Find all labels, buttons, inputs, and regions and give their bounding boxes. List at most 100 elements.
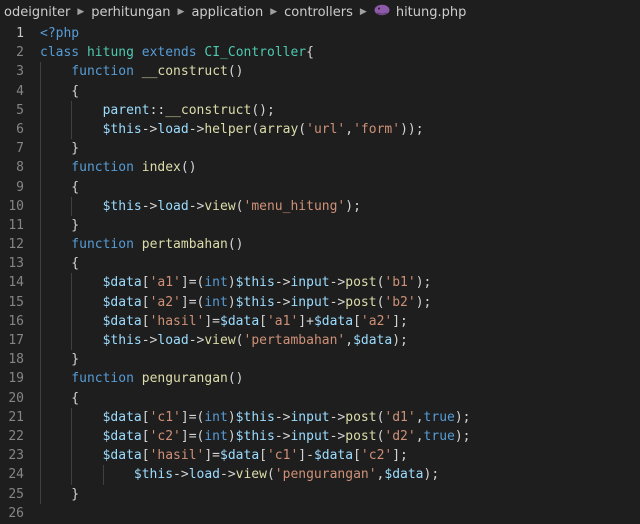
code-token: [ <box>141 275 150 291</box>
code-line[interactable]: 1 <?php <box>0 24 640 43</box>
code-token: int <box>204 275 228 291</box>
indent-guide <box>40 81 41 101</box>
breadcrumb-item-perhitungan[interactable]: perhitungan <box>91 5 170 20</box>
code-token: -> <box>188 198 205 214</box>
code-token: 'hasil' <box>149 448 205 464</box>
breadcrumb: odeigniter ▶ perhitungan ▶ application ▶… <box>0 0 640 24</box>
code-token: 'b1' <box>384 275 416 291</box>
code-line[interactable]: 6 $this->load->helper(array('url','form')… <box>0 119 640 140</box>
line-number: 10 <box>8 198 24 214</box>
indent-guide <box>71 331 73 351</box>
code-line[interactable]: 20 { <box>0 388 640 408</box>
code-token: , <box>415 409 424 425</box>
line-number: 23 <box>8 448 24 464</box>
code-token: function <box>71 371 142 387</box>
indent-guide <box>40 388 41 408</box>
code-token: () <box>180 160 197 176</box>
code-token: -> <box>141 198 158 214</box>
code-token: function <box>71 237 142 253</box>
code-token: $this <box>102 333 142 348</box>
code-token: ]=( <box>180 275 205 291</box>
breadcrumb-item-controllers[interactable]: controllers <box>284 5 353 20</box>
code-token: ( <box>235 333 244 348</box>
code-token: -> <box>329 275 346 291</box>
code-line[interactable]: 5 parent::__construct(); <box>0 100 640 120</box>
code-token: pengurangan <box>141 371 228 387</box>
code-token: view <box>235 467 267 483</box>
indent-guide <box>102 465 104 485</box>
code-token: hitung <box>86 45 142 61</box>
code-token: 'c1' <box>149 409 181 425</box>
code-line[interactable]: 18} <box>0 350 640 370</box>
code-token: array <box>259 121 299 137</box>
code-token: input <box>290 409 330 425</box>
code-line[interactable]: 7} <box>0 139 640 159</box>
code-line[interactable]: 22 $data['c2']=(int)$this->input->post('d… <box>0 426 640 447</box>
code-line[interactable]: 3 function __construct() <box>0 62 640 82</box>
indent-guide <box>71 292 73 312</box>
line-number: 2 <box>16 45 24 61</box>
code-line[interactable]: 19 function pengurangan() <box>0 369 640 389</box>
code-token: 'pengurangan' <box>274 467 377 483</box>
indent-guide <box>40 177 41 197</box>
code-line[interactable]: 10 $this->load->view('menu_hitung'); <box>0 196 640 216</box>
code-text: $data['a1']=(int)$this->input->post('b1'… <box>103 273 432 292</box>
code-line[interactable]: 9{ <box>0 177 640 197</box>
code-token: post <box>345 275 377 291</box>
indent-guide <box>40 100 41 120</box>
code-line[interactable]: 2 class hitung extends CI_Controller{ <box>0 43 640 62</box>
code-token: ) <box>227 409 236 425</box>
indent-guide <box>40 62 41 82</box>
code-text: $this->load->view('pertambahan',$data); <box>103 331 408 350</box>
code-token: ]= <box>204 313 221 329</box>
indent-guide <box>71 311 73 331</box>
code-line[interactable]: 25} <box>0 484 640 504</box>
code-text: { <box>71 389 79 408</box>
code-token: :: <box>149 102 166 118</box>
indent-guide <box>40 446 41 466</box>
code-token: 'a1' <box>266 313 299 329</box>
code-token: int <box>204 409 228 425</box>
code-line[interactable]: 13 { <box>0 254 640 274</box>
code-token: ) <box>227 294 236 310</box>
code-token: $this <box>235 409 275 425</box>
code-line[interactable]: 26 <box>0 504 640 523</box>
code-line[interactable]: 4{ <box>0 81 640 101</box>
code-line[interactable]: 15 $data['a2']=(int)$this->input->post('b… <box>0 292 640 312</box>
code-text: function pertambahan() <box>71 235 243 254</box>
breadcrumb-item-file[interactable]: hitung.php <box>396 5 467 20</box>
code-editor[interactable]: 1 <?php 2 class hitung extends CI_Controlle… <box>0 24 640 523</box>
code-token: -> <box>188 333 205 348</box>
code-token: ); <box>392 333 408 348</box>
code-line[interactable]: 16 $data['hasil']=$data['a1']+$data['a2']… <box>0 311 640 331</box>
code-token: $data <box>102 428 142 444</box>
code-line[interactable]: 11} <box>0 215 640 236</box>
code-line[interactable]: 24 $this->load->view('pengurangan',$data)… <box>0 465 640 485</box>
code-line[interactable]: 8 function index() <box>0 158 640 178</box>
code-line[interactable]: 14 $data['a1']=(int)$this->input->post('b… <box>0 273 640 293</box>
line-number: 25 <box>8 486 24 502</box>
code-line[interactable]: 23 $data['hasil']=$data['c1']-$data['c2']… <box>0 446 640 466</box>
code-token: ( <box>251 121 260 137</box>
code-line[interactable]: 17 $this->load->view('pertambahan',$data)… <box>0 331 640 351</box>
code-text: $data['a2']=(int)$this->input->post('b2'… <box>103 293 432 312</box>
code-token: ]=( <box>180 409 205 425</box>
code-text: { <box>71 82 79 101</box>
code-text: function pengurangan() <box>71 369 243 388</box>
code-token: $data <box>102 294 142 310</box>
code-text: function __construct() <box>71 62 243 81</box>
code-text: function index() <box>71 158 196 177</box>
breadcrumb-item-application[interactable]: application <box>191 5 263 20</box>
code-line[interactable]: 21 $data['c1']=(int)$this->input->post('d… <box>0 407 640 427</box>
code-token: int <box>204 294 228 310</box>
code-token: 'a2' <box>360 313 393 329</box>
breadcrumb-item-codeigniter[interactable]: odeigniter <box>4 5 70 20</box>
code-token: 'b2' <box>384 294 416 310</box>
code-line[interactable]: 12 function pertambahan() <box>0 235 640 255</box>
code-token: $data <box>313 313 354 329</box>
indent-guide <box>71 100 73 120</box>
code-token: [ <box>353 448 361 464</box>
code-token: [ <box>141 294 150 310</box>
code-token: $data <box>353 333 393 348</box>
code-text: <?php <box>40 24 79 43</box>
